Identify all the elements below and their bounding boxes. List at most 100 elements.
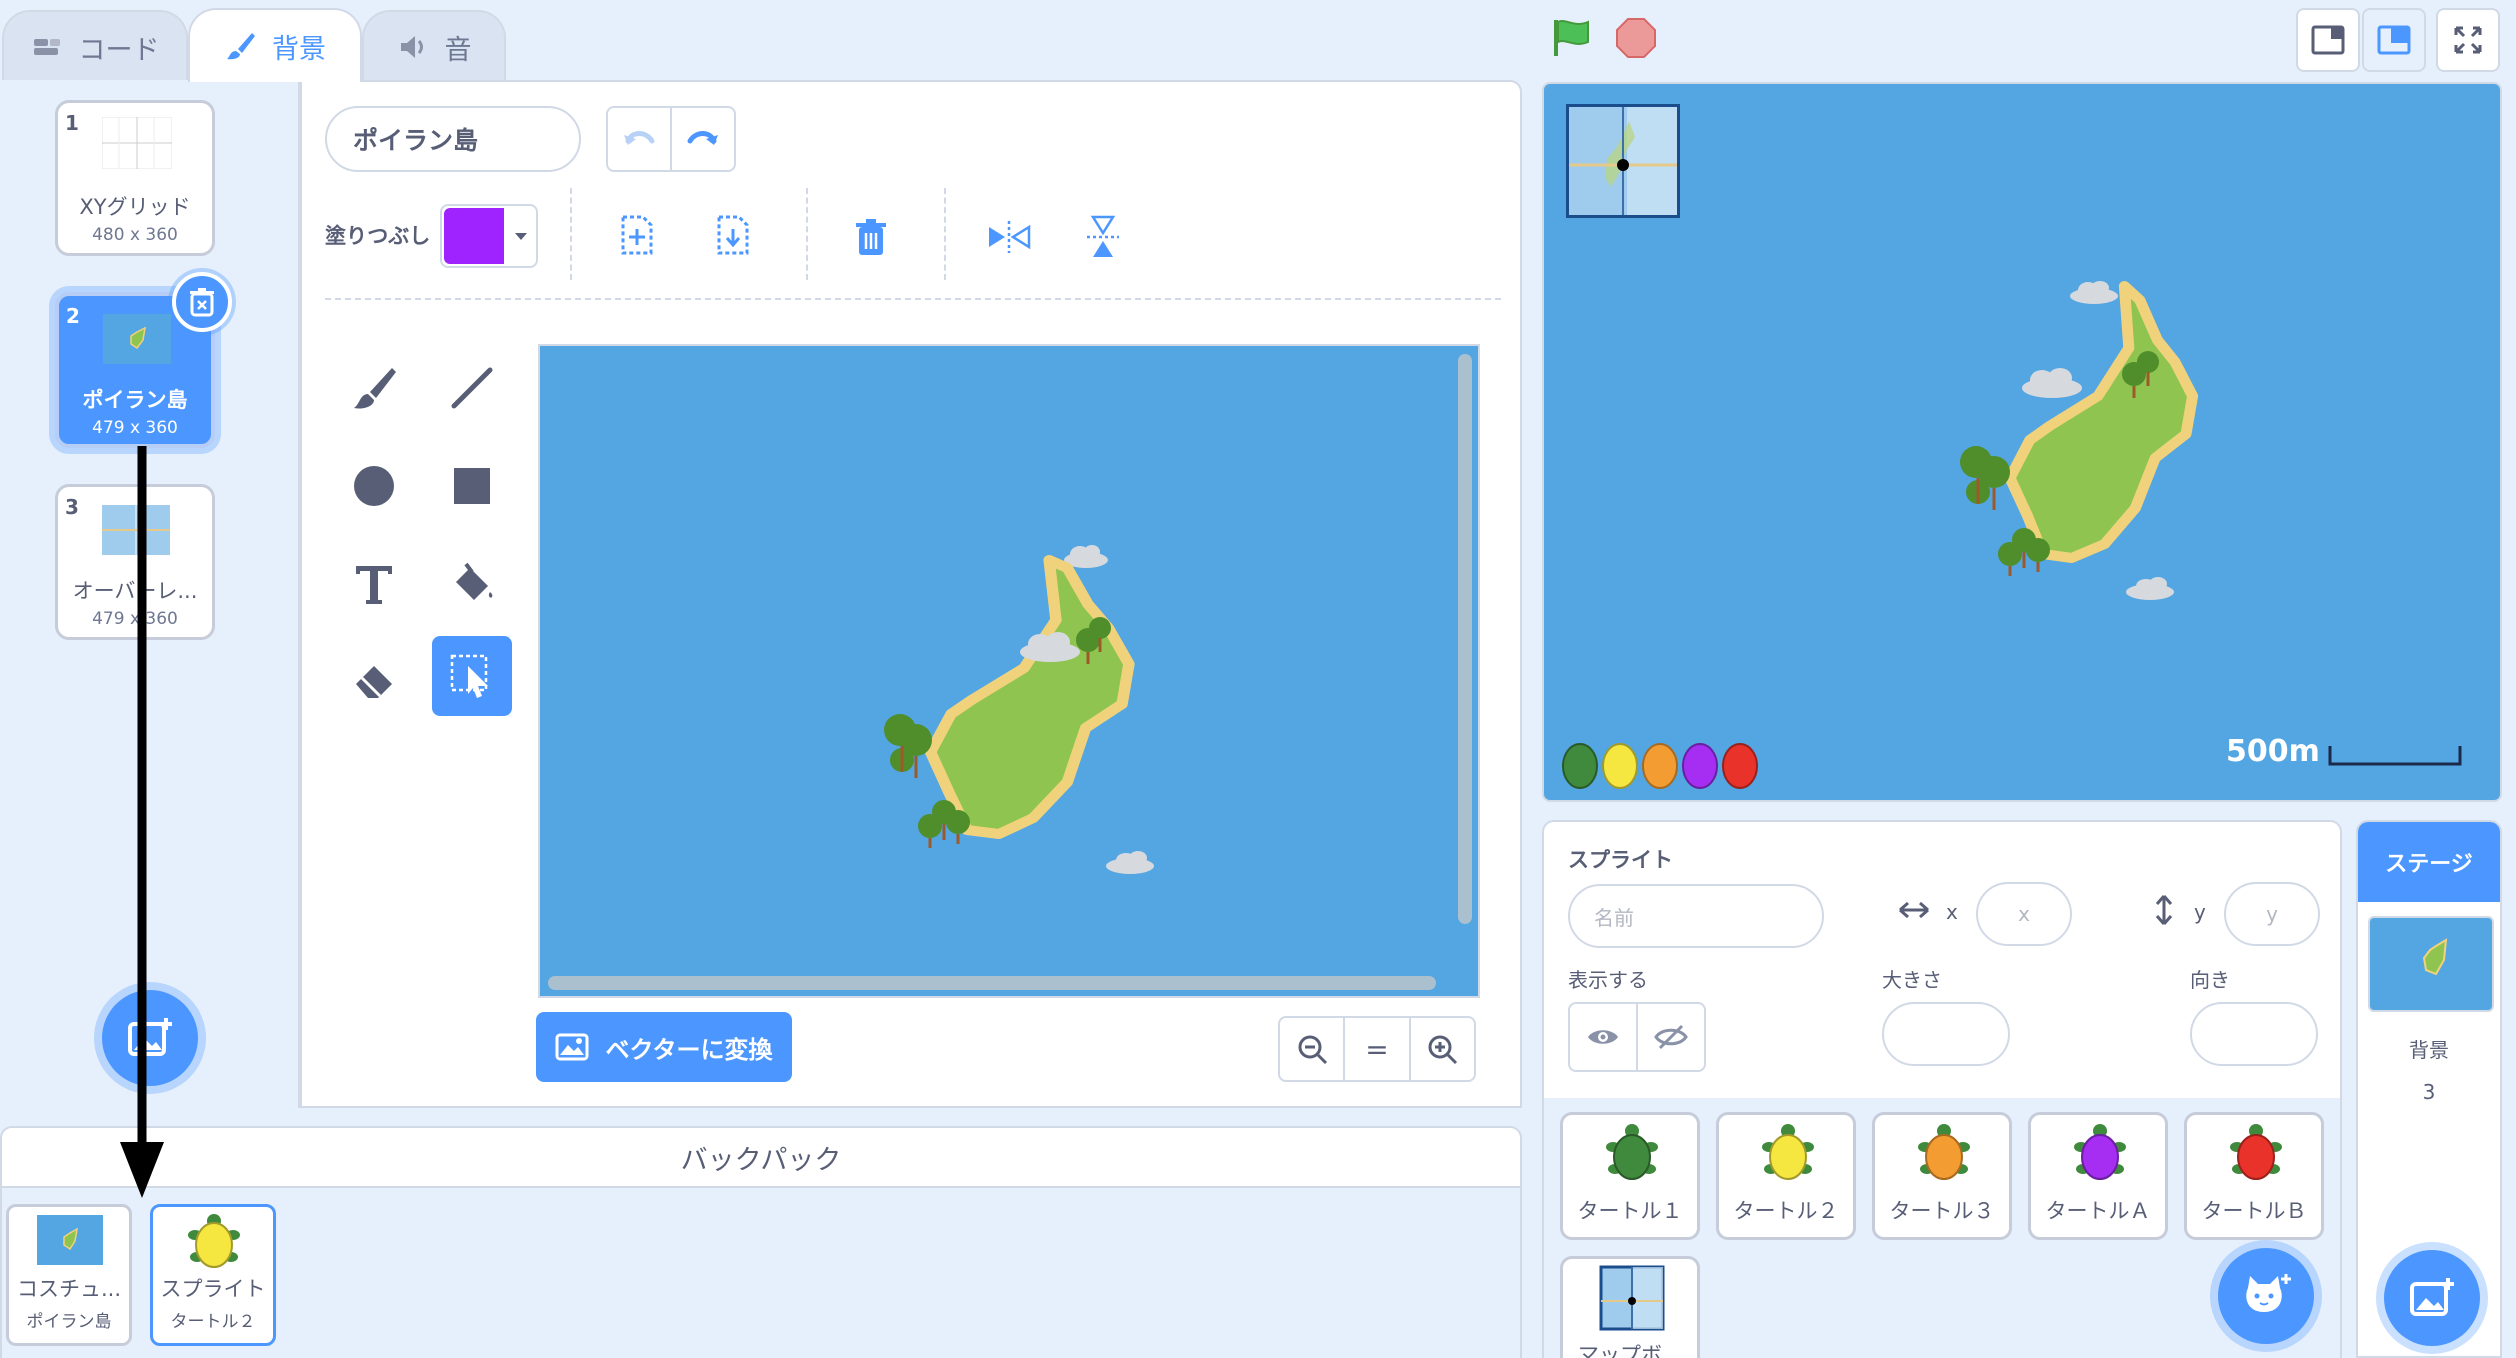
paintbrush-icon xyxy=(227,33,255,60)
small-stage-icon xyxy=(2311,25,2345,55)
tab-backdrops[interactable]: 背景 xyxy=(188,8,362,82)
normal-stage-button[interactable] xyxy=(2362,8,2426,72)
sprite-tile[interactable]: タートルＢ xyxy=(2184,1112,2324,1240)
sprite-label: タートル２ xyxy=(1733,1199,1839,1223)
cloud-icon xyxy=(2022,368,2082,398)
eraser-icon xyxy=(356,666,392,698)
choose-backdrop-stage-button[interactable] xyxy=(2384,1250,2480,1346)
tab-backdrops-label: 背景 xyxy=(272,33,326,65)
stop-button[interactable] xyxy=(1608,10,1664,66)
vertical-scrollbar[interactable] xyxy=(1458,354,1472,924)
zoom-out-button[interactable] xyxy=(1280,1018,1343,1080)
flip-vertical-button[interactable] xyxy=(1076,210,1130,264)
backdrops-label: 背景 xyxy=(2409,1038,2449,1062)
sprite-tile[interactable]: タートルＡ xyxy=(2028,1112,2168,1240)
eraser-tool[interactable] xyxy=(334,642,414,722)
backdrop-item-1[interactable]: 1 XYグリッド 480 x 360 xyxy=(55,100,215,256)
fill-tool[interactable] xyxy=(432,544,512,624)
turtle-icon xyxy=(2230,1124,2282,1180)
size-input[interactable] xyxy=(1882,1002,2010,1066)
line-tool[interactable] xyxy=(432,348,512,428)
redo-icon xyxy=(687,131,718,145)
backpack-item-name: タートル２ xyxy=(170,1312,256,1332)
flip-horizontal-button[interactable] xyxy=(982,212,1036,262)
y-input[interactable]: y xyxy=(2224,882,2320,946)
stage-canvas[interactable]: 500m xyxy=(1542,82,2502,802)
backdrops-count: 3 xyxy=(2422,1080,2436,1104)
delete-backdrop-button[interactable] xyxy=(172,272,232,332)
green-flag-button[interactable] xyxy=(1544,10,1600,66)
convert-to-vector-button[interactable]: ベクターに変換 xyxy=(536,1012,792,1082)
turtle-group xyxy=(1562,743,1758,789)
rectangle-tool[interactable] xyxy=(432,446,512,526)
sprite-label: タートル３ xyxy=(1889,1199,1995,1223)
backpack-item-type: スプライト xyxy=(160,1277,266,1301)
zoom-in-icon xyxy=(1428,1035,1458,1065)
select-cursor-icon xyxy=(450,654,488,698)
brush-icon xyxy=(354,368,396,409)
eye-icon xyxy=(1588,1030,1618,1044)
backdrop-thumbnail xyxy=(102,117,172,169)
turtle-icon xyxy=(1642,743,1678,789)
circle-tool[interactable] xyxy=(334,446,414,526)
sprite-tile[interactable]: マップボ... xyxy=(1560,1256,1700,1358)
choose-sprite-button[interactable] xyxy=(2218,1248,2314,1344)
copy-button[interactable] xyxy=(612,208,662,262)
horizontal-scrollbar[interactable] xyxy=(548,976,1436,990)
turtle-icon xyxy=(1918,1124,1970,1180)
undo-redo-group xyxy=(606,106,736,172)
undo-button[interactable] xyxy=(608,108,672,170)
fill-color-picker[interactable] xyxy=(440,204,538,268)
select-tool[interactable] xyxy=(432,636,512,716)
x-input[interactable]: x xyxy=(1976,882,2072,946)
turtle-icon xyxy=(1722,743,1758,789)
turtle-icon xyxy=(1602,743,1638,789)
zoom-reset-button[interactable]: = xyxy=(1343,1018,1408,1080)
separator xyxy=(944,188,946,280)
small-stage-button[interactable] xyxy=(2296,8,2360,72)
show-label: 表示する xyxy=(1568,968,1648,992)
zoom-out-icon xyxy=(1298,1035,1327,1065)
code-icon xyxy=(33,39,60,55)
island-artwork xyxy=(884,545,1154,874)
vertical-arrows-icon xyxy=(2155,895,2173,925)
sprite-tile[interactable]: タートル１ xyxy=(1560,1112,1700,1240)
costume-name-input[interactable]: ポイラン島 xyxy=(325,106,581,172)
redo-button[interactable] xyxy=(672,108,734,170)
paint-canvas[interactable] xyxy=(538,344,1480,998)
backdrop-name: XYグリッド xyxy=(79,195,191,219)
backpack-header[interactable]: バックパック xyxy=(0,1126,1522,1188)
fullscreen-button[interactable] xyxy=(2436,8,2500,72)
y-label: y xyxy=(2194,900,2206,924)
tab-sounds[interactable]: 音 xyxy=(362,10,506,82)
paste-button[interactable] xyxy=(708,208,758,262)
paste-icon xyxy=(717,215,749,255)
scale-label: 500m xyxy=(2226,734,2320,769)
backdrop-number: 1 xyxy=(65,111,79,135)
hide-button[interactable] xyxy=(1638,1004,1704,1070)
rectangle-icon xyxy=(454,468,490,504)
island-artwork xyxy=(1960,281,2199,600)
sprite-name-input[interactable]: 名前 xyxy=(1568,884,1824,948)
sprite-info-panel: スプライト 名前 x x y y 表示する 大きさ 向き xyxy=(1542,820,2342,1100)
backpack-item-costume[interactable]: コスチュ... ポイラン島 xyxy=(6,1204,132,1346)
map-thumbnail xyxy=(1599,1265,1665,1331)
circle-icon xyxy=(354,466,394,506)
sprite-list: タートル１ タートル２ タートル３ タートルＡ タートルＢ マップボ... xyxy=(1542,1098,2342,1358)
backpack-item-sprite[interactable]: スプライト タートル２ xyxy=(150,1204,276,1346)
brush-tool[interactable] xyxy=(334,348,414,428)
turtle-icon xyxy=(1562,743,1598,789)
text-tool[interactable] xyxy=(334,544,414,624)
sprite-tile[interactable]: タートル２ xyxy=(1716,1112,1856,1240)
direction-input[interactable] xyxy=(2190,1002,2318,1066)
stop-icon xyxy=(1616,18,1656,58)
delete-button[interactable] xyxy=(846,212,896,262)
backdrop-thumbnail xyxy=(103,314,171,364)
sprite-tile[interactable]: タートル３ xyxy=(1872,1112,2012,1240)
tab-code[interactable]: コード xyxy=(2,10,188,82)
tab-code-label: コード xyxy=(78,34,160,66)
x-label: x xyxy=(1946,900,1958,924)
stage-header: ステージ xyxy=(2358,822,2500,902)
show-button[interactable] xyxy=(1570,1004,1638,1070)
zoom-in-button[interactable] xyxy=(1408,1018,1474,1080)
